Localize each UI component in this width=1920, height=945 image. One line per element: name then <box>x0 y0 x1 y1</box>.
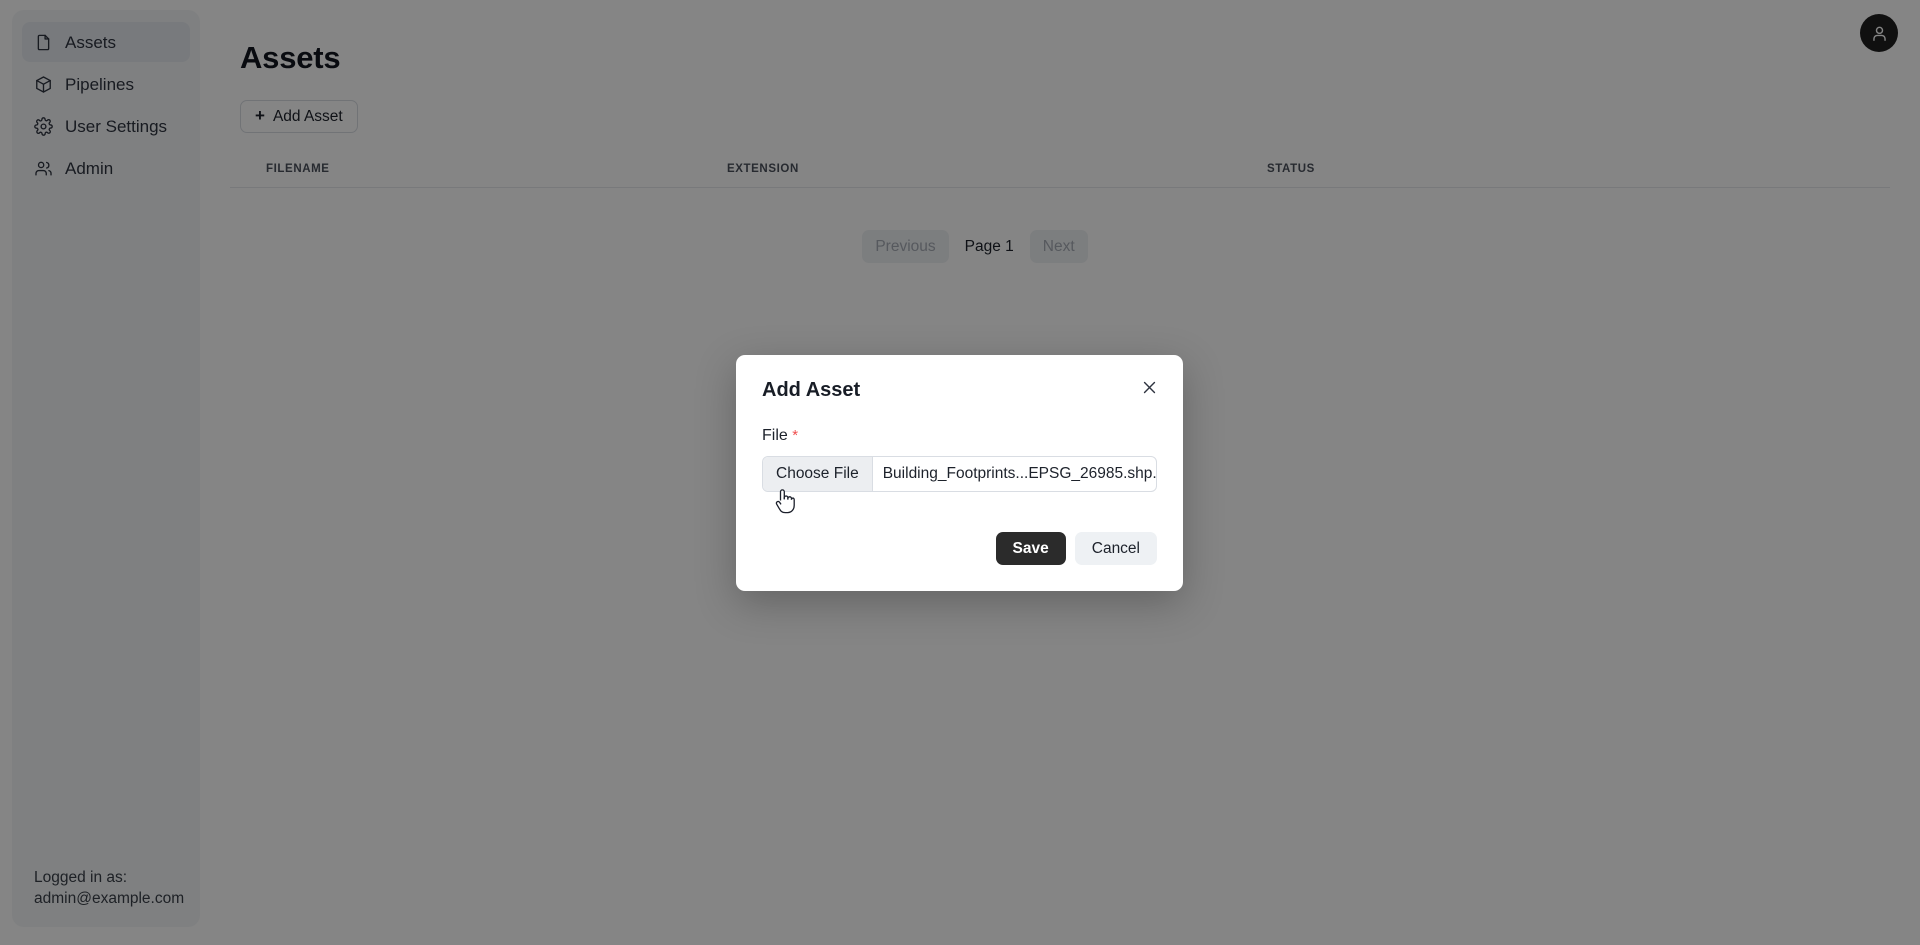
close-icon[interactable] <box>1139 377 1160 398</box>
modal-actions: Save Cancel <box>762 532 1157 565</box>
selected-file-name: Building_Footprints...EPSG_26985.shp.zip <box>882 465 1156 482</box>
file-field: File * Choose File Building_Footprints..… <box>762 427 1157 492</box>
modal-title: Add Asset <box>762 379 861 401</box>
file-field-label: File * <box>762 427 1157 445</box>
add-asset-modal: Add Asset File * Choose File Building_Fo… <box>736 355 1183 591</box>
required-marker: * <box>792 427 799 444</box>
save-button[interactable]: Save <box>995 532 1066 565</box>
cancel-button[interactable]: Cancel <box>1074 532 1157 565</box>
file-label-text: File <box>762 427 788 444</box>
choose-file-button[interactable]: Choose File <box>763 457 873 491</box>
modal-header: Add Asset <box>762 379 1157 401</box>
file-input[interactable]: Choose File Building_Footprints...EPSG_2… <box>762 456 1157 492</box>
